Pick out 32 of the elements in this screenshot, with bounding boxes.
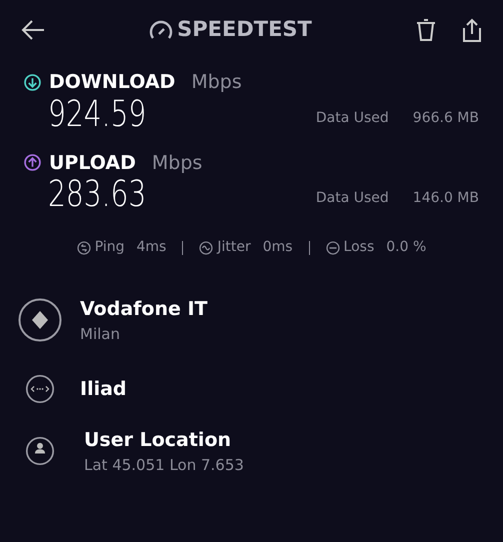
- data-used-value: 146.0 MB: [412, 189, 479, 208]
- metric-label: UPLOAD: [49, 150, 136, 176]
- metric-label: DOWNLOAD: [49, 70, 176, 95]
- server-name: User Location: [84, 428, 232, 452]
- speed-value: 924.59: [48, 96, 146, 132]
- stat-label: Loss: [344, 238, 374, 257]
- stat-value: 4ms: [136, 238, 166, 257]
- data-used-label: Data Used: [316, 108, 389, 128]
- logo-text: SPEEDTEST: [177, 16, 312, 44]
- delete-button[interactable]: [414, 17, 437, 43]
- server-detail: Lat 45.051 Lon 7.653: [84, 455, 244, 476]
- unit-label: Mbps: [191, 70, 242, 95]
- jitter-icon: [199, 240, 214, 254]
- connection-icon: [23, 372, 57, 406]
- back-button[interactable]: [20, 19, 46, 41]
- speed-value: 283.63: [48, 177, 146, 213]
- data-used-label: Data Used: [316, 189, 389, 208]
- stat-label: Ping: [94, 238, 124, 257]
- server-name: Vodafone IT: [80, 296, 208, 322]
- loss-icon: [326, 240, 340, 254]
- share-button[interactable]: [460, 17, 483, 43]
- stat-value: 0ms: [262, 238, 293, 257]
- stat-value: 0.0 %: [386, 238, 426, 257]
- data-used-value: 966.6 MB: [412, 108, 479, 128]
- ping-icon: [76, 240, 91, 254]
- server-name: Iliad: [80, 376, 127, 402]
- user-icon: [23, 434, 57, 468]
- gauge-icon: [149, 20, 174, 40]
- unit-label: Mbps: [152, 150, 202, 176]
- stat-label: Jitter: [217, 238, 251, 257]
- server-detail: Milan: [80, 324, 121, 345]
- server-icon: [18, 298, 62, 342]
